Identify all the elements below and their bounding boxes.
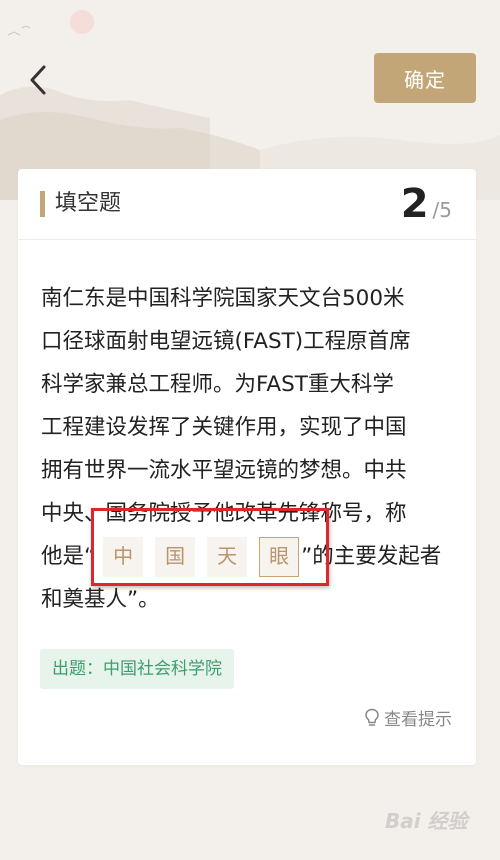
question-type-label: 填空题 [55, 191, 122, 216]
blank-line-prefix: 他是“ [41, 544, 96, 569]
question-line: 口径球面射电望远镜(FAST)工程原首席 [41, 329, 411, 354]
answer-blank[interactable]: 中 [103, 536, 144, 577]
back-button[interactable] [18, 58, 58, 102]
confirm-button[interactable]: 确定 [374, 53, 476, 103]
progress-total: /5 [432, 198, 452, 222]
question-line: 中央、国务院授予他改革先锋称号，称 [41, 501, 407, 526]
answer-blank[interactable]: 天 [207, 536, 248, 577]
source-tag: 出题：中国社会科学院 [40, 649, 234, 689]
question-line: 南仁东是中国科学院国家天文台500米 [41, 286, 405, 311]
progress-current: 2 [400, 181, 429, 227]
blank-line-suffix: ”的主要发起者 [301, 544, 442, 569]
question-line: 和奠基人”。 [41, 587, 160, 612]
question-progress: 2 /5 [401, 179, 452, 229]
answer-blank-active[interactable]: 眼 [259, 536, 300, 577]
question-line: 拥有世界一流水平望远镜的梦想。中共 [41, 458, 407, 483]
answer-blanks: 中 国 天 眼 [103, 536, 300, 577]
answer-blank[interactable]: 国 [155, 536, 196, 577]
lightbulb-icon [365, 708, 379, 726]
hint-label: 查看提示 [384, 710, 452, 730]
card-header: 填空题 2 /5 [18, 169, 476, 240]
chevron-left-icon [30, 65, 46, 95]
hint-button[interactable]: 查看提示 [364, 705, 452, 730]
question-line: 科学家兼总工程师。为FAST重大科学 [41, 372, 394, 397]
blank-line: 他是“ 中 国 天 眼 ”的主要发起者 [41, 535, 461, 578]
question-text: 南仁东是中国科学院国家天文台500米 口径球面射电望远镜(FAST)工程原首席 … [41, 277, 461, 621]
title-accent-bar [40, 191, 45, 217]
question-card: 填空题 2 /5 南仁东是中国科学院国家天文台500米 口径球面射电望远镜(FA… [18, 169, 476, 765]
question-line: 工程建设发挥了关键作用，实现了中国 [41, 415, 407, 440]
watermark-logo: Bai 经验 [385, 809, 468, 833]
